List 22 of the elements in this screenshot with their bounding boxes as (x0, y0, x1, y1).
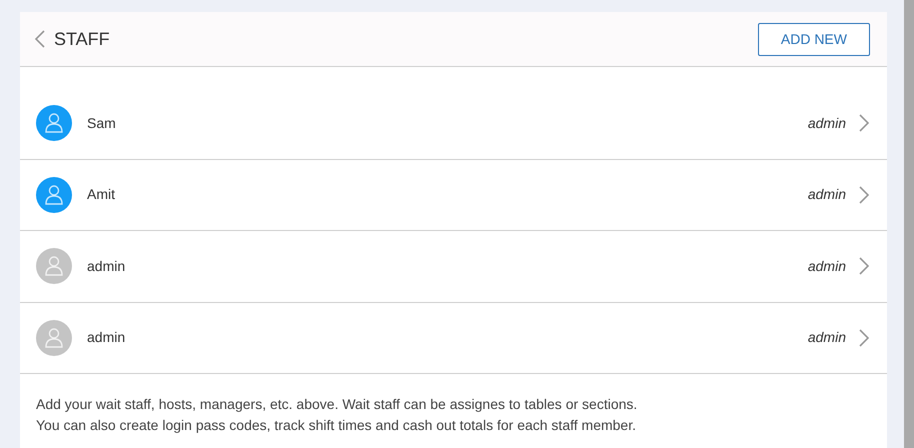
add-new-button[interactable]: ADD NEW (758, 22, 870, 56)
staff-name: admin (87, 328, 126, 348)
staff-name: admin (87, 256, 126, 276)
chevron-right-icon (858, 328, 870, 348)
staff-name: Sam (87, 114, 116, 133)
chevron-right-icon (858, 113, 870, 134)
scrollbar[interactable] (904, 0, 914, 448)
chevron-right-icon (858, 184, 870, 205)
staff-role: admin (808, 185, 846, 204)
page-title: STAFF (54, 28, 110, 50)
staff-role: admin (808, 328, 846, 348)
chevron-right-icon (858, 256, 870, 276)
staff-row[interactable]: admin admin (20, 302, 887, 374)
description-text: Add your wait staff, hosts, managers, etc. above. Wait staff can be assignes to tables or sections. (36, 395, 638, 414)
staff-role: admin (808, 114, 846, 133)
staff-row[interactable]: Amit admin (20, 160, 887, 231)
description-text: You can also create login pass codes, track shift times and cash out totals for each staff member. (36, 416, 637, 435)
staff-role: admin (808, 256, 846, 276)
staff-name: Amit (87, 185, 115, 204)
back-icon[interactable] (34, 29, 46, 49)
staff-row[interactable]: Sam admin (20, 88, 887, 160)
staff-row[interactable]: admin admin (20, 231, 887, 302)
